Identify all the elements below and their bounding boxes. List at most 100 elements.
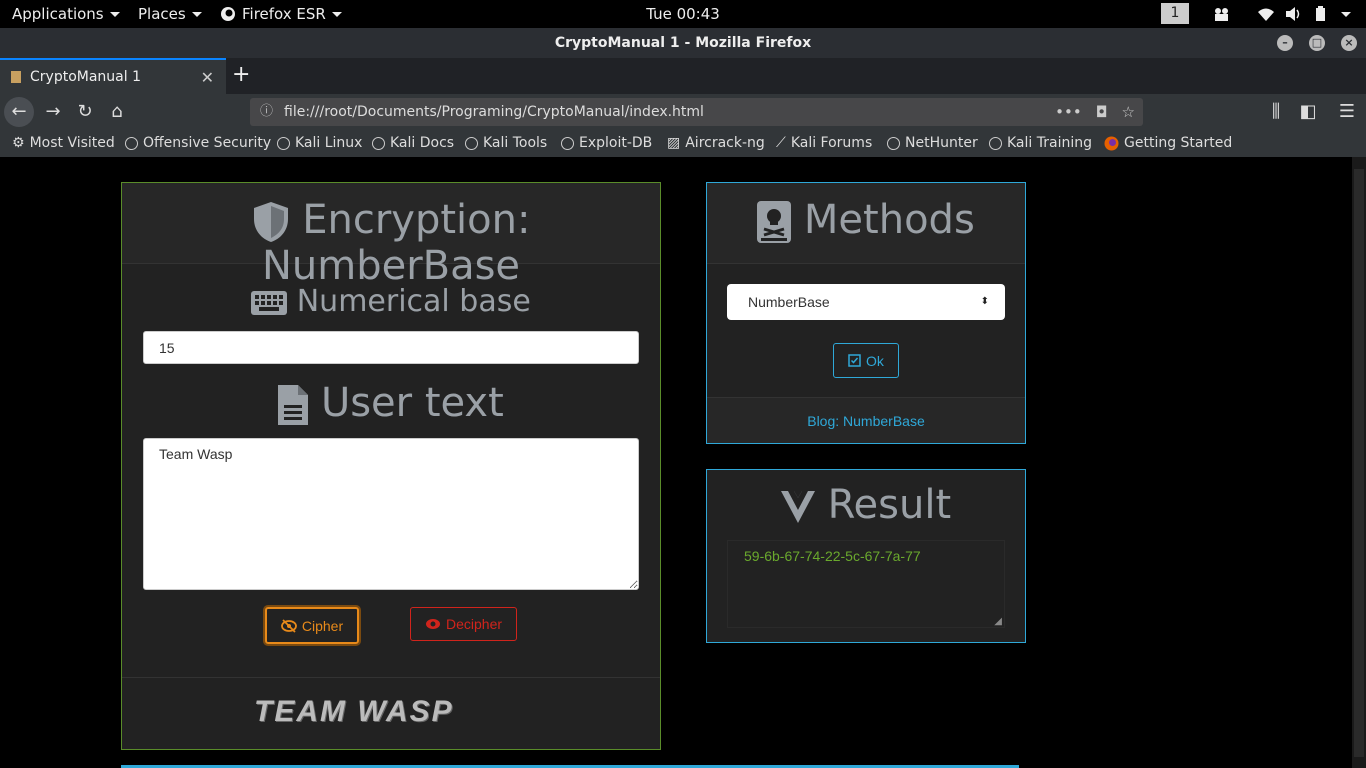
bookmark-label: Kali Linux [295,135,363,151]
decipher-button-label: Decipher [445,616,503,632]
shield-icon [253,202,288,242]
ok-button-label: Ok [866,352,884,369]
globe-icon [887,136,900,150]
minimize-button[interactable]: – [1277,35,1293,51]
method-select[interactable]: NumberBase ⬍ [727,284,1005,320]
bookmark-label: Offensive Security [143,135,272,151]
close-tab-icon[interactable]: ✕ [201,68,214,87]
ok-button[interactable]: Ok [833,343,899,378]
reload-button[interactable]: ↻ [70,97,100,127]
globe-icon [277,136,290,150]
bookmark-kali-forums[interactable]: ⟋ Kali Forums [776,135,872,151]
bookmark-label: Getting Started [1124,135,1233,151]
user-text-input[interactable]: Team Wasp [143,438,639,590]
numerical-base-heading: Numerical base [121,284,661,319]
bookmark-nethunter[interactable]: NetHunter [887,135,978,151]
encryption-card-header: Encryption: NumberBase [122,183,660,289]
close-window-button[interactable]: × [1341,35,1357,51]
page-actions-icon[interactable]: ••• [1055,98,1082,126]
document-icon [278,385,309,425]
blog-link[interactable]: Blog: NumberBase [807,413,925,429]
url-bar[interactable]: ⓘ file:///root/Documents/Programing/Cryp… [250,98,1143,126]
bookmark-label: Kali Docs [390,135,455,151]
library-button[interactable]: ⫼ [1261,97,1291,127]
bookmark-label: NetHunter [905,135,978,151]
bookmark-label: Kali Tools [483,135,548,151]
sidebar-button[interactable]: ◧ [1293,97,1323,127]
hamburger-menu-icon[interactable]: ☰ [1332,97,1362,127]
decipher-button[interactable]: Decipher [410,607,517,641]
scrollbar-thumb[interactable] [1354,169,1364,757]
vuejs-icon [780,491,815,523]
wifi-icon[interactable] [1257,6,1275,22]
chevron-down-icon [1341,12,1351,17]
user-text-heading: User text [121,380,661,426]
bookmark-most-visited[interactable]: ⚙ Most Visited [12,135,115,151]
tab-bar: CryptoManual 1 ✕ + [0,58,1366,94]
bookmarks-toolbar: ⚙ Most Visited Offensive Security Kali Li… [0,130,1366,157]
methods-card-title: Methods [803,197,975,243]
kali-dragon-icon: ⟋ [776,135,786,151]
back-button[interactable]: ← [4,97,34,127]
eye-icon [425,619,440,629]
volume-icon[interactable] [1285,6,1303,22]
bookmark-kali-training[interactable]: Kali Training [989,135,1092,151]
system-top-bar: Applications Places Firefox ESR Tue 00:4… [0,0,1366,28]
globe-icon [989,136,1002,150]
bookmark-offensive-security[interactable]: Offensive Security [125,135,271,151]
bookmark-label: Exploit-DB [579,135,653,151]
aircrack-icon: ▨ [667,135,681,151]
skull-book-icon [757,201,792,243]
window-title: CryptoManual 1 - Mozilla Firefox [554,35,812,51]
eye-slash-icon [280,618,297,633]
firefox-icon [1104,136,1119,150]
tab-label: CryptoManual 1 [30,69,141,85]
numerical-base-input[interactable] [143,331,639,364]
bookmark-star-icon[interactable]: ☆ [1122,98,1135,126]
keyboard-icon [251,290,288,315]
bookmark-exploit-db[interactable]: Exploit-DB [561,135,652,151]
bookmark-kali-linux[interactable]: Kali Linux [277,135,362,151]
bookmark-label: Most Visited [29,135,115,151]
cipher-button-label: Cipher [301,617,344,634]
bookmark-label: Kali Training [1007,135,1092,151]
encryption-card-title: Encryption: NumberBase [261,197,531,289]
page-favicon-icon [11,71,21,83]
team-wasp-logo: TEAM WASP [254,695,454,728]
battery-icon[interactable] [1313,6,1331,22]
system-menu-chevron[interactable] [1337,6,1355,22]
tab-cryptomanual[interactable]: CryptoManual 1 ✕ [0,58,226,94]
workspace-indicator[interactable]: 1 [1161,3,1189,24]
bookmark-label: Kali Forums [790,135,873,151]
resize-handle-icon[interactable]: ◢ [994,616,1002,627]
select-arrows-icon: ⬍ [980,296,989,307]
globe-icon [561,136,574,150]
pocket-icon[interactable]: ◘ [1096,98,1108,126]
result-output-text: 59-6b-67-74-22-5c-67-7a-77 [744,548,921,564]
result-output[interactable]: 59-6b-67-74-22-5c-67-7a-77 ◢ [727,540,1005,628]
methods-card-header: Methods [707,183,1025,264]
window-title-bar: CryptoManual 1 - Mozilla Firefox – □ × [0,28,1366,58]
bookmark-aircrack-ng[interactable]: ▨ Aircrack-ng [667,135,765,151]
globe-icon [372,136,385,150]
new-tab-button[interactable]: + [232,62,250,87]
maximize-button[interactable]: □ [1309,35,1325,51]
cipher-button[interactable]: Cipher [265,607,359,644]
numerical-base-label: Numerical base [296,284,531,319]
info-icon[interactable]: ⓘ [260,98,273,126]
globe-icon [465,136,478,150]
method-select-value: NumberBase [748,294,830,310]
navigation-bar: ← → ↻ ⌂ ⓘ file:///root/Documents/Program… [0,94,1366,130]
video-icon[interactable] [1213,6,1231,22]
gear-icon: ⚙ [12,135,25,151]
result-card-title: Result [827,482,952,528]
home-button[interactable]: ⌂ [102,97,132,127]
bookmark-kali-tools[interactable]: Kali Tools [465,135,547,151]
page-scrollbar[interactable] [1352,157,1366,768]
check-square-icon [848,354,861,367]
bookmark-kali-docs[interactable]: Kali Docs [372,135,454,151]
bookmark-label: Aircrack-ng [685,135,765,151]
blog-footer: Blog: NumberBase [707,397,1025,443]
bookmark-getting-started[interactable]: Getting Started [1104,135,1232,151]
forward-button[interactable]: → [38,97,68,127]
